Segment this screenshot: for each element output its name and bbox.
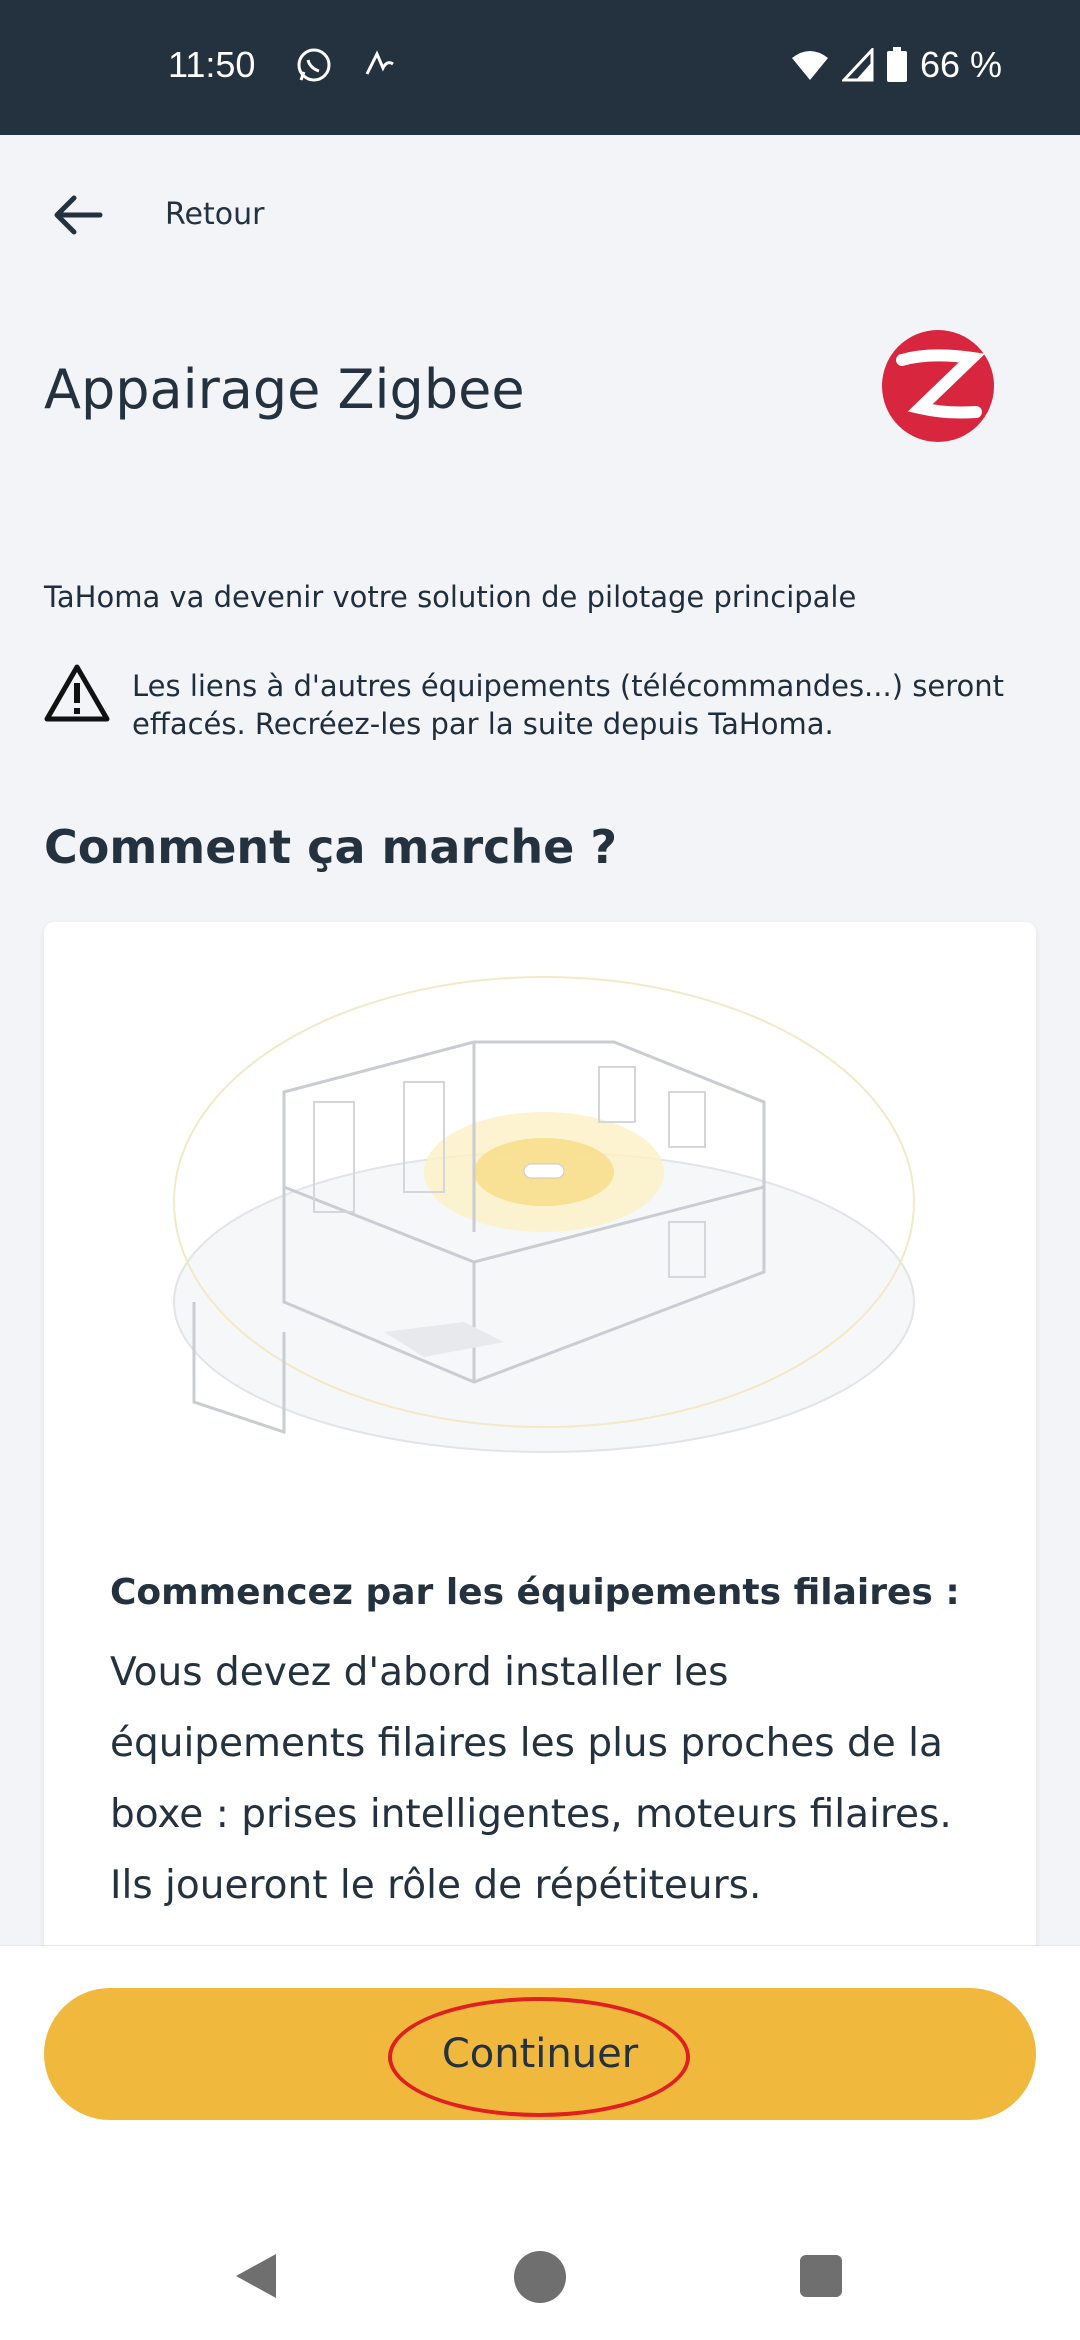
battery-percentage: 66 % (919, 44, 1002, 85)
card-body: Vous devez d'abord installer les équipem… (110, 1650, 952, 1908)
wifi-icon (791, 51, 828, 80)
section-title: Comment ça marche ? (44, 820, 618, 874)
battery-icon (886, 47, 907, 82)
house-network-illustration (173, 976, 915, 1453)
card-heading: Commencez par les équipements filaires : (110, 1572, 960, 1613)
nav-recents-icon[interactable] (800, 2255, 842, 2297)
signature-icon (365, 50, 394, 75)
signal-icon (841, 48, 874, 82)
status-notification-icons (295, 46, 397, 84)
whatsapp-icon (297, 48, 331, 82)
app-header: Retour (0, 135, 1080, 295)
status-bar: 11:50 66 % (0, 0, 1080, 135)
status-system-icons: 66 % (790, 44, 1002, 86)
page-title: Appairage Zigbee (44, 358, 525, 421)
instruction-card: Commencez par les équipements filaires :… (44, 922, 1036, 1952)
back-arrow-icon[interactable] (48, 185, 108, 245)
zigbee-logo (882, 330, 994, 442)
intro-text: TaHoma va devenir votre solution de pilo… (44, 580, 857, 614)
status-time: 11:50 (168, 44, 256, 85)
continue-button-label: Continuer (441, 2031, 639, 2077)
continue-button[interactable]: Continuer (44, 1988, 1036, 2120)
warning-icon (44, 664, 110, 722)
nav-home-icon[interactable] (514, 2251, 566, 2303)
back-button-label[interactable]: Retour (165, 197, 264, 232)
nav-back-icon[interactable] (232, 2250, 280, 2302)
warning-text: Les liens à d'autres équipements (téléco… (132, 669, 1004, 741)
system-navigation-bar (0, 2205, 1080, 2340)
